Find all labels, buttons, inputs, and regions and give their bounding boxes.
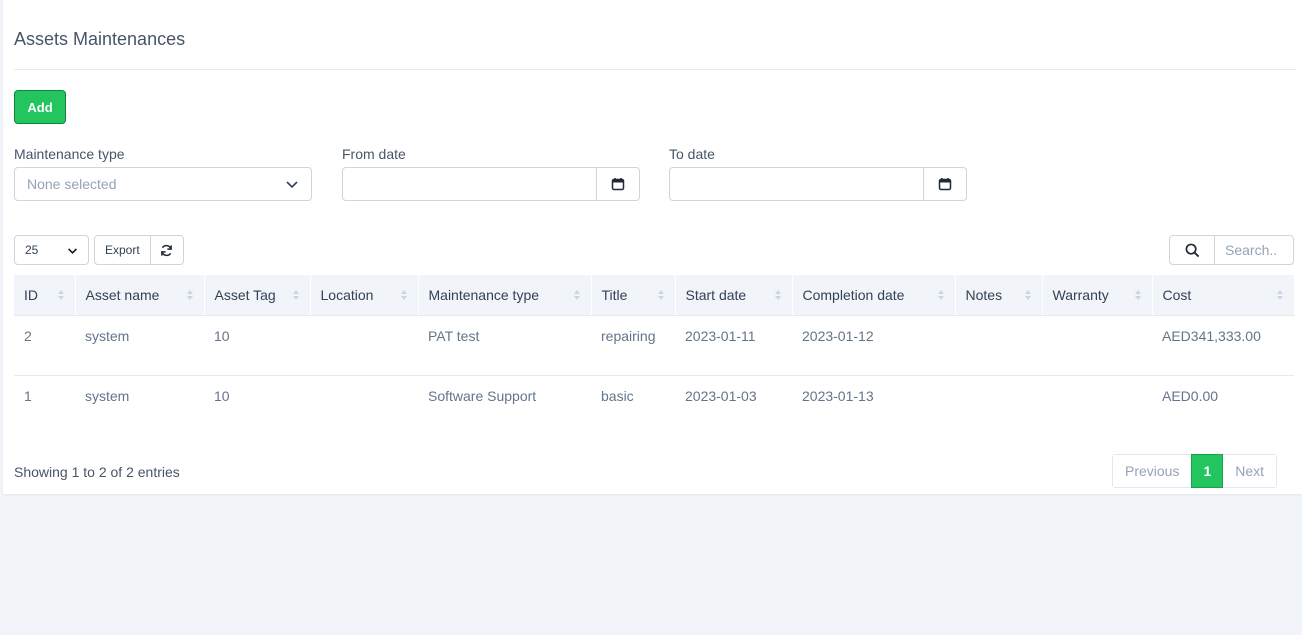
sort-icon	[1024, 289, 1032, 301]
column-header-label: Start date	[685, 286, 747, 303]
table-cell: repairing	[591, 315, 675, 376]
table-cell: 2023-01-11	[675, 315, 792, 376]
pagination-previous[interactable]: Previous	[1113, 455, 1192, 487]
refresh-button[interactable]	[151, 236, 183, 264]
column-header[interactable]: Title	[591, 275, 676, 316]
table-row: 2 system 10 PAT test repairing 2023-01-11 2023…	[14, 315, 1294, 376]
chevron-down-icon	[285, 177, 299, 191]
sort-icon	[1134, 289, 1142, 301]
column-header[interactable]: ID	[14, 275, 76, 316]
to-date-group	[669, 167, 967, 201]
column-header[interactable]: Cost	[1152, 275, 1295, 316]
export-button[interactable]: Export	[95, 236, 151, 264]
pagination-page-1[interactable]: 1	[1191, 454, 1224, 488]
column-header[interactable]: Asset Tag	[204, 275, 311, 316]
sort-icon	[657, 289, 665, 301]
table-header-row: ID Asset name Asset Tag Location Maintenance…	[14, 275, 1295, 316]
from-date-input[interactable]	[343, 168, 596, 200]
from-date-label: From date	[342, 146, 406, 162]
column-header-label: Title	[601, 286, 628, 303]
column-header-label: Asset name	[85, 286, 160, 303]
column-header[interactable]: Maintenance type	[418, 275, 592, 316]
table-cell: system	[75, 315, 204, 376]
sort-icon	[57, 289, 65, 301]
column-header[interactable]: Location	[310, 275, 419, 316]
refresh-icon	[160, 244, 173, 257]
table-cell: 2023-01-12	[792, 315, 955, 376]
column-header-label: Warranty	[1052, 286, 1109, 303]
table-cell	[310, 375, 418, 435]
column-header-label: Maintenance type	[428, 286, 540, 303]
table-cell	[310, 315, 418, 376]
maintenance-type-select[interactable]: None selected	[14, 167, 312, 201]
search-input[interactable]	[1215, 236, 1293, 264]
table-cell: basic	[601, 387, 634, 404]
pagination-next[interactable]: Next	[1223, 455, 1277, 487]
sort-icon	[573, 289, 581, 301]
from-date-group	[342, 167, 640, 201]
page-length-select[interactable]: 25	[14, 235, 89, 265]
table-cell: Software Support	[428, 387, 537, 404]
page-title: Assets Maintenances	[14, 29, 186, 49]
table-cell	[1042, 315, 1152, 376]
sort-icon	[292, 289, 300, 301]
calendar-icon	[938, 177, 952, 191]
column-header-label: Notes	[965, 286, 1003, 303]
column-header[interactable]: Start date	[675, 275, 793, 316]
sort-icon	[774, 289, 782, 301]
table-cell: 2023-01-13	[802, 387, 874, 404]
page-length-value: 25	[25, 243, 39, 257]
maintenance-type-placeholder: None selected	[27, 176, 117, 192]
sort-icon	[1276, 289, 1284, 301]
table-cell	[955, 375, 1042, 435]
column-header-label: Cost	[1162, 286, 1192, 303]
sort-icon	[186, 289, 194, 301]
add-button[interactable]: Add	[14, 90, 66, 124]
pagination: Previous 1 Next	[1112, 454, 1278, 488]
table-cell	[1042, 375, 1152, 435]
table-row: 1 system 10 Software Support basic 2023-01-03…	[14, 375, 1294, 435]
chevron-down-icon	[67, 245, 78, 256]
column-header-label: ID	[24, 286, 38, 303]
column-header[interactable]: Warranty	[1042, 275, 1153, 316]
column-header-label: Asset Tag	[214, 286, 276, 303]
to-date-input[interactable]	[670, 168, 923, 200]
table-cell: system	[85, 387, 130, 404]
maintenances-table: ID Asset name Asset Tag Location Maintenance…	[14, 275, 1295, 435]
table-cell: PAT test	[418, 315, 591, 376]
table-cell: AED0.00	[1162, 387, 1219, 404]
maintenance-type-label: Maintenance type	[14, 146, 125, 162]
table-cell	[955, 315, 1042, 376]
search-group	[1169, 235, 1294, 265]
column-header[interactable]: Asset name	[75, 275, 205, 316]
table-info: Showing 1 to 2 of 2 entries	[14, 464, 180, 480]
table-cell: 10	[214, 387, 230, 404]
column-header[interactable]: Notes	[955, 275, 1043, 316]
sort-icon	[400, 289, 408, 301]
table-tools-group: Export	[94, 235, 184, 265]
to-date-calendar-button[interactable]	[923, 168, 966, 200]
table-cell: AED341,333.00	[1152, 315, 1294, 376]
table-cell: 2023-01-03	[685, 387, 757, 404]
to-date-label: To date	[669, 146, 715, 162]
column-header[interactable]: Completion date	[792, 275, 956, 316]
table-cell: 10	[204, 315, 310, 376]
title-divider	[14, 69, 1296, 70]
table-cell: 1	[24, 387, 32, 404]
calendar-icon	[611, 177, 625, 191]
table-cell: 2	[14, 315, 75, 376]
sort-icon	[937, 289, 945, 301]
column-header-label: Completion date	[802, 286, 905, 303]
search-icon	[1170, 236, 1215, 264]
column-header-label: Location	[320, 286, 374, 303]
from-date-calendar-button[interactable]	[596, 168, 639, 200]
main-card: Assets Maintenances Add Maintenance type…	[3, 0, 1302, 494]
